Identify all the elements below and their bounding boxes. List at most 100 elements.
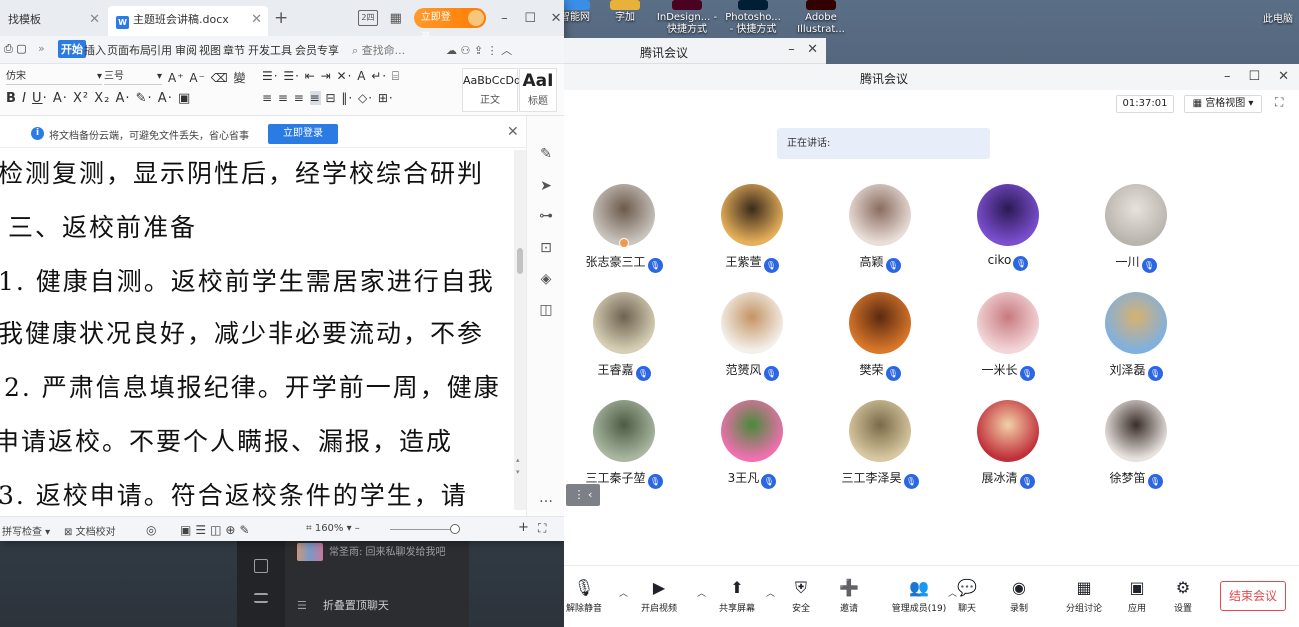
sliders-icon[interactable]: ⊶ (538, 208, 554, 224)
toolbar-mic-off-button[interactable]: 🎙 解除静音 (549, 578, 619, 614)
ribbon-tab-view[interactable]: 视图 (199, 42, 221, 58)
document-canvas[interactable]: 检测复测，显示阴性后，经学校综合研判 三、返校前准备 1. 健康自测。返校前学生… (0, 148, 516, 516)
notice-login-button[interactable]: 立即登录 (268, 124, 338, 144)
style-normal[interactable]: AaBbCcDd 正文 (462, 68, 521, 112)
font-format-tools[interactable]: B I U· A· X² X₂ A· ✎· A· ▣ (6, 91, 191, 106)
ribbon-tab-references[interactable]: 引用 (150, 42, 172, 58)
more-icon[interactable]: » (38, 42, 45, 55)
toolbar-gear-button[interactable]: ⚙ 设置 (1148, 578, 1218, 614)
toolbar-record-button[interactable]: ◉ 录制 (984, 578, 1054, 614)
participant-tile[interactable]: 三工李泽昊 🎙 (815, 400, 945, 489)
ribbon-tab-review[interactable]: 审阅 (175, 42, 197, 58)
doc-paragraph[interactable]: 申请返校。不要个人瞒报、漏报，造成 (0, 422, 453, 458)
layout-toggle-button[interactable]: 2四 (358, 10, 378, 26)
minimize-button[interactable]: – (1224, 69, 1231, 84)
ribbon-tab-insert[interactable]: 插入 (84, 42, 106, 58)
close-button[interactable]: ✕ (1278, 69, 1289, 84)
end-meeting-button[interactable]: 结束会议 (1220, 581, 1286, 611)
zoom-in-icon[interactable]: + (518, 520, 529, 535)
view-mode-select[interactable]: ▦ 宫格视图 ▾ (1184, 95, 1262, 113)
maximize-button[interactable]: ☐ (522, 11, 538, 26)
this-pc-shortcut[interactable]: 此电脑 (1263, 10, 1293, 25)
font-name-select[interactable]: 仿宋 ▾ (6, 69, 102, 85)
fold-pinned-chats[interactable]: ☰ 折叠置顶聊天 (297, 597, 389, 613)
participant-tile[interactable]: 徐梦笛 🎙 (1071, 400, 1201, 489)
doc-paragraph[interactable]: 我健康状况良好，减少非必要流动，不参 (0, 314, 484, 350)
ribbon-tab-developer[interactable]: 开发工具 (248, 42, 292, 58)
close-icon[interactable]: ✕ (507, 124, 519, 140)
participant-tile[interactable]: 三工秦子堃 🎙 (559, 400, 689, 489)
collapse-panel-button[interactable]: ⋮ ‹ (566, 484, 600, 506)
ribbon-tab-member[interactable]: 会员专享 (295, 42, 339, 58)
maximize-button[interactable]: ☐ (1248, 69, 1260, 84)
chat-preview[interactable]: 常圣雨: 回来私聊发给我吧 (297, 543, 446, 561)
participant-tile[interactable]: 一川 🎙 (1071, 184, 1201, 273)
grid-icon[interactable]: ▦ (388, 11, 404, 26)
tab-document[interactable]: W 主题班会讲稿.docx ✕ (108, 6, 268, 36)
participant-tile[interactable]: 范赟风 🎙 (687, 292, 817, 381)
pointer-icon[interactable]: ➤ (538, 178, 554, 194)
fullscreen-icon[interactable]: ⛶ (1275, 95, 1283, 110)
toolbar-share-screen-button[interactable]: ⬆ 共享屏幕 (702, 578, 772, 614)
doc-paragraph[interactable]: 检测复测，显示阴性后，经学校综合研判 (0, 154, 484, 190)
align-tools[interactable]: ≡ ≡ ≡ ≡ ⊟ ‖· ◇· ⊞· (262, 91, 394, 105)
doc-paragraph[interactable]: 3. 返校申请。符合返校条件的学生，请 (0, 476, 468, 512)
doc-paragraph[interactable]: 1. 健康自测。返校前学生需居家进行自我 (0, 262, 495, 298)
ribbon-tab-home[interactable]: 开始 (58, 40, 86, 58)
new-tab-button[interactable]: + (274, 8, 288, 28)
view-mode-icons[interactable]: ▣☰◫⊕✎ (180, 523, 254, 537)
minimize-button[interactable]: – (496, 11, 512, 26)
command-search[interactable]: ⌕ 查找命... (352, 42, 405, 58)
participant-tile[interactable]: 王紫萱 🎙 (687, 184, 817, 273)
style-heading[interactable]: AaI 标题 (519, 68, 557, 112)
participant-tile[interactable]: 张志豪三工 🎙 (559, 184, 689, 273)
font-size-select[interactable]: 三号 ▾ (104, 69, 162, 85)
scroll-down-icon[interactable]: ▾ (516, 468, 520, 476)
zoom-control[interactable]: ⌗ 160% ▾ – (306, 523, 360, 534)
zoom-slider-handle[interactable] (450, 524, 460, 534)
participant-tile[interactable]: 樊荣 🎙 (815, 292, 945, 381)
participant-tile[interactable]: 刘泽磊 🎙 (1071, 292, 1201, 381)
list-tools[interactable]: ☰· ☰· ⇤ ⇥ ✕· A ↵· ⌸ (262, 69, 400, 84)
desktop-shortcut[interactable]: InDesign... - 快捷方式 (656, 0, 718, 36)
document-scrollbar[interactable]: ▴ ▾ (514, 150, 526, 510)
participant-tile[interactable]: ciko 🎙 (943, 184, 1073, 271)
spell-check-button[interactable]: 拼写检查 ▾ (2, 523, 50, 538)
proofread-button[interactable]: ⊠ 文档校对 (64, 523, 116, 538)
scroll-up-icon[interactable]: ▴ (516, 456, 520, 464)
desktop-shortcut[interactable]: Photosho... - 快捷方式 (722, 0, 784, 36)
pen-icon[interactable]: ✎ (538, 146, 554, 162)
chevron-up-icon[interactable]: ︿ (948, 586, 957, 599)
eye-icon[interactable]: ◎ (146, 523, 156, 537)
toolbar-invite-button[interactable]: ➕ 邀请 (814, 578, 884, 614)
close-icon[interactable]: ✕ (251, 6, 262, 34)
toolbar-camera-off-button[interactable]: ▶ 开启视频 (624, 578, 694, 614)
participant-tile[interactable]: 展冰清 🎙 (943, 400, 1073, 489)
doc-heading[interactable]: 三、返校前准备 (8, 208, 197, 244)
doc-paragraph[interactable]: 2. 严肃信息填报纪律。开学前一周，健康 (4, 368, 501, 404)
participant-tile[interactable]: 一米长 🎙 (943, 292, 1073, 381)
login-button[interactable]: 立即登录 (413, 8, 487, 43)
print-preview-icon[interactable]: ⎙ ▢ (4, 42, 27, 56)
participant-tile[interactable]: 高颖 🎙 (815, 184, 945, 273)
menu-icon[interactable] (254, 593, 268, 603)
close-icon[interactable]: ✕ (89, 6, 100, 34)
ribbon-tab-chapter[interactable]: 章节 (223, 42, 245, 58)
zoom-slider[interactable] (390, 529, 456, 530)
compass-icon[interactable]: ◈ (538, 271, 554, 287)
desktop-shortcut[interactable]: Adobe Illustrat... (790, 0, 852, 36)
book-icon[interactable]: ◫ (538, 302, 554, 318)
desktop-shortcut[interactable]: 字加 (594, 0, 656, 24)
font-size-tools[interactable]: A⁺ A⁻ ⌫ 變 (168, 69, 247, 86)
close-button[interactable]: ✕ (548, 11, 564, 26)
scroll-thumb[interactable] (517, 248, 523, 274)
ribbon-tab-layout[interactable]: 页面布局 (107, 42, 151, 58)
cloud-sync-icon[interactable]: ☁ ⚇ ⇪ ⋮ ︿ (446, 42, 512, 58)
phone-icon[interactable] (254, 559, 268, 573)
tab-template[interactable]: 找模板 ✕ (0, 6, 106, 36)
participant-tile[interactable]: 王睿嘉 🎙 (559, 292, 689, 381)
meeting-mini-controls[interactable]: – ✕ (788, 42, 818, 57)
more-icon[interactable]: … (538, 490, 554, 506)
fullscreen-icon[interactable]: ⛶ (538, 521, 546, 536)
image-icon[interactable]: ⊡ (538, 240, 554, 256)
